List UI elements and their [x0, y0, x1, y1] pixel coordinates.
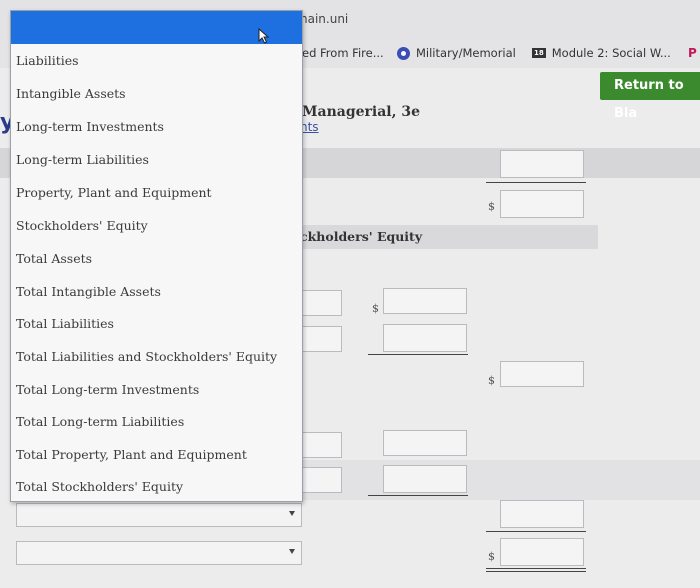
amount-input-left-3[interactable] [302, 326, 342, 352]
chevron-down-icon [289, 549, 295, 554]
amount-input-right-7[interactable] [500, 500, 584, 528]
dollar-sign: $ [372, 302, 379, 315]
bookmark-military[interactable]: Military/Memorial [397, 46, 516, 60]
chevron-down-icon [289, 511, 295, 516]
bookmark-fire[interactable]: ed From Fire... [302, 46, 384, 60]
dollar-sign: $ [488, 550, 495, 563]
mouse-cursor-icon [258, 28, 270, 44]
globe-icon [397, 46, 410, 60]
dropdown-option-long-term-liabilities[interactable]: Long-term Liabilities [16, 152, 149, 167]
bookmark-label: ed From Fire... [302, 46, 384, 60]
amount-input-left-2[interactable] [302, 290, 342, 316]
amount-input-left-5[interactable] [302, 432, 342, 458]
amount-input-right-8[interactable] [500, 538, 584, 566]
dropdown-option-stockholders-equity[interactable]: Stockholders' Equity [16, 218, 148, 233]
bookmark-pearson[interactable]: P [688, 46, 697, 60]
dropdown-option-total-long-term-liabilities[interactable]: Total Long-term Liabilities [16, 414, 184, 429]
account-select-2[interactable] [16, 541, 302, 565]
amount-input-top[interactable] [500, 150, 584, 178]
dropdown-option-intangible-assets[interactable]: Intangible Assets [16, 86, 126, 101]
bookmark-label: Military/Memorial [416, 46, 516, 60]
row-band [300, 460, 700, 500]
dollar-sign: $ [488, 374, 495, 387]
dropdown-option-total-stockholders-equity[interactable]: Total Stockholders' Equity [16, 479, 183, 494]
amount-input-mid-6[interactable] [383, 465, 467, 493]
dropdown-option-total-ppe[interactable]: Total Property, Plant and Equipment [16, 447, 247, 462]
subtotal-underline [368, 495, 468, 496]
section-title: ckholders' Equity [300, 229, 423, 244]
dropdown-option-total-liabilities-and-equity[interactable]: Total Liabilities and Stockholders' Equi… [16, 349, 277, 364]
total-double-underline [486, 571, 586, 572]
amount-input-mid-3[interactable] [383, 324, 467, 352]
dropdown-option-liabilities[interactable]: Liabilities [16, 53, 79, 68]
amount-input-row1[interactable] [500, 190, 584, 218]
bookmark-module[interactable]: 18 Module 2: Social W... [532, 46, 671, 60]
total-double-underline [486, 568, 586, 569]
dollar-sign: $ [488, 200, 495, 213]
dropdown-option-total-assets[interactable]: Total Assets [16, 251, 92, 266]
url-text[interactable]: nain.uni [300, 12, 348, 26]
book-title: Managerial, 3e [302, 104, 420, 120]
dropdown-option-total-long-term-investments[interactable]: Total Long-term Investments [16, 382, 199, 397]
subtotal-underline [368, 354, 468, 355]
bookmark-label: Module 2: Social W... [551, 46, 671, 60]
dropdown-option-total-intangible-assets[interactable]: Total Intangible Assets [16, 284, 161, 299]
amount-input-right-4[interactable] [500, 361, 584, 387]
dropdown-option-ppe[interactable]: Property, Plant and Equipment [16, 185, 212, 200]
account-select-1[interactable] [16, 503, 302, 527]
pearson-icon: P [688, 46, 697, 60]
return-to-blackboard-button[interactable]: Return to Bla [600, 72, 700, 121]
amount-input-mid-2[interactable] [383, 288, 467, 314]
dropdown-option-total-liabilities[interactable]: Total Liabilities [16, 316, 114, 331]
total-underline [486, 531, 586, 532]
amount-input-left-6[interactable] [302, 467, 342, 493]
dropdown-option-long-term-investments[interactable]: Long-term Investments [16, 119, 164, 134]
amount-input-mid-5[interactable] [383, 430, 467, 456]
total-underline [486, 182, 586, 183]
module-icon: 18 [532, 48, 546, 58]
